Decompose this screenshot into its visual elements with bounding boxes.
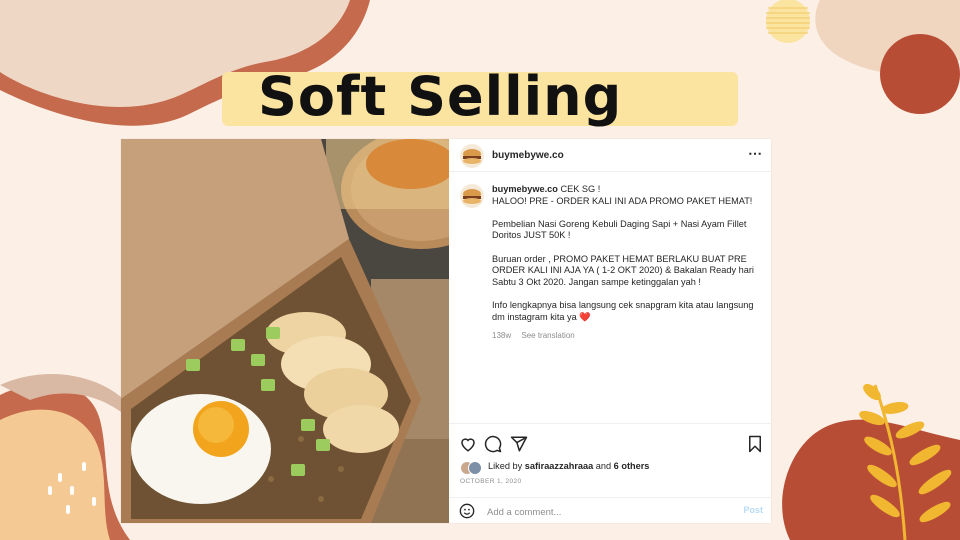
liker-avatars — [460, 461, 484, 475]
emoji-icon[interactable] — [459, 503, 475, 524]
share-icon[interactable] — [510, 435, 528, 458]
liked-by-others[interactable]: 6 others — [614, 461, 650, 471]
liked-by-prefix: Liked by — [488, 461, 525, 471]
post-age: 138w — [492, 331, 512, 340]
comment-bar: Post — [449, 497, 771, 524]
caption-avatar[interactable] — [460, 184, 484, 208]
avatar — [468, 461, 482, 475]
see-translation-link[interactable]: See translation — [521, 331, 574, 340]
post-button[interactable]: Post — [743, 505, 763, 515]
caption-meta: 138w See translation — [492, 331, 583, 340]
caption-line: Buruan order , PROMO PAKET HEMAT BERLAKU… — [492, 253, 754, 287]
heart-icon[interactable] — [459, 435, 477, 458]
comment-input[interactable] — [485, 503, 729, 521]
caption-line: HALOO! PRE - ORDER KALI INI ADA PROMO PA… — [492, 195, 753, 206]
bookmark-icon[interactable] — [747, 435, 763, 458]
post-photo — [121, 139, 449, 523]
post-date: OCTOBER 1, 2020 — [460, 478, 522, 485]
instagram-post: buymebywe.co ⋯ buymebywe.co CEK SG ! HALO… — [121, 139, 771, 523]
caption-line: CEK SG ! — [560, 184, 601, 194]
caption-line: Info lengkapnya bisa langsung cek snapgr… — [492, 299, 754, 322]
header-username[interactable]: buymebywe.co — [492, 150, 564, 161]
liked-by-text: Liked by safiraazzahraaa and 6 others — [488, 461, 649, 471]
slide-title: Soft Selling — [258, 65, 623, 128]
post-header: buymebywe.co ⋯ — [449, 139, 771, 172]
liked-by-and: and — [593, 461, 614, 471]
avatar[interactable] — [460, 144, 484, 168]
more-options-icon[interactable]: ⋯ — [748, 145, 763, 162]
post-details: buymebywe.co ⋯ buymebywe.co CEK SG ! HALO… — [449, 139, 771, 523]
liked-by-user[interactable]: safiraazzahraaa — [525, 461, 593, 471]
caption-line: Pembelian Nasi Goreng Kebuli Daging Sapi… — [492, 218, 747, 241]
post-caption: buymebywe.co CEK SG ! HALOO! PRE - ORDER … — [492, 184, 762, 335]
comment-icon[interactable] — [484, 435, 502, 458]
food-box-illustration — [121, 139, 449, 523]
caption-username[interactable]: buymebywe.co — [492, 184, 558, 194]
action-bar — [449, 423, 771, 464]
